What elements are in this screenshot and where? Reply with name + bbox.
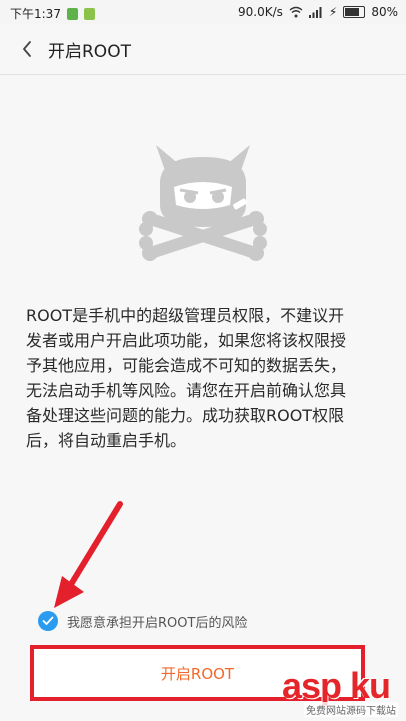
notification-icon	[66, 7, 78, 20]
watermark-logo: asp ku	[281, 665, 391, 706]
charging-icon: ⚡	[328, 5, 338, 19]
root-warning-text: ROOT是手机中的超级管理员权限，不建议开 发者或用户开启此项功能，如果您将该权…	[26, 306, 347, 450]
battery-icon	[343, 6, 366, 18]
chevron-left-icon	[23, 41, 31, 57]
signal-icon	[308, 7, 322, 18]
consent-checkbox[interactable]	[38, 611, 58, 631]
consent-row[interactable]: 我愿意承担开启ROOT后的风险	[38, 608, 247, 634]
battery-level: 80%	[371, 5, 398, 19]
consent-label: 我愿意承担开启ROOT后的风险	[67, 615, 248, 631]
app-header: 开启ROOT	[0, 24, 406, 75]
check-icon	[42, 616, 54, 625]
watermark-caption: 免费网站源码下载站	[304, 702, 398, 717]
page-title: 开启ROOT	[48, 42, 131, 62]
annotation-arrow-icon	[54, 501, 123, 608]
status-time: 下午1:37	[10, 7, 61, 21]
back-button[interactable]	[10, 32, 44, 66]
network-speed: 90.0K/s	[238, 5, 283, 19]
mi-bunny-skull-icon	[139, 145, 267, 261]
site-watermark: asp ku 免费网站源码下载站	[215, 665, 400, 717]
status-bar: 下午1:37 90.0K/s ⚡ 80%	[0, 0, 406, 24]
wifi-icon	[289, 6, 303, 18]
app-notification-icon	[83, 7, 95, 20]
status-left: 下午1:37	[10, 5, 95, 22]
status-right: 90.0K/s ⚡ 80%	[238, 5, 398, 19]
